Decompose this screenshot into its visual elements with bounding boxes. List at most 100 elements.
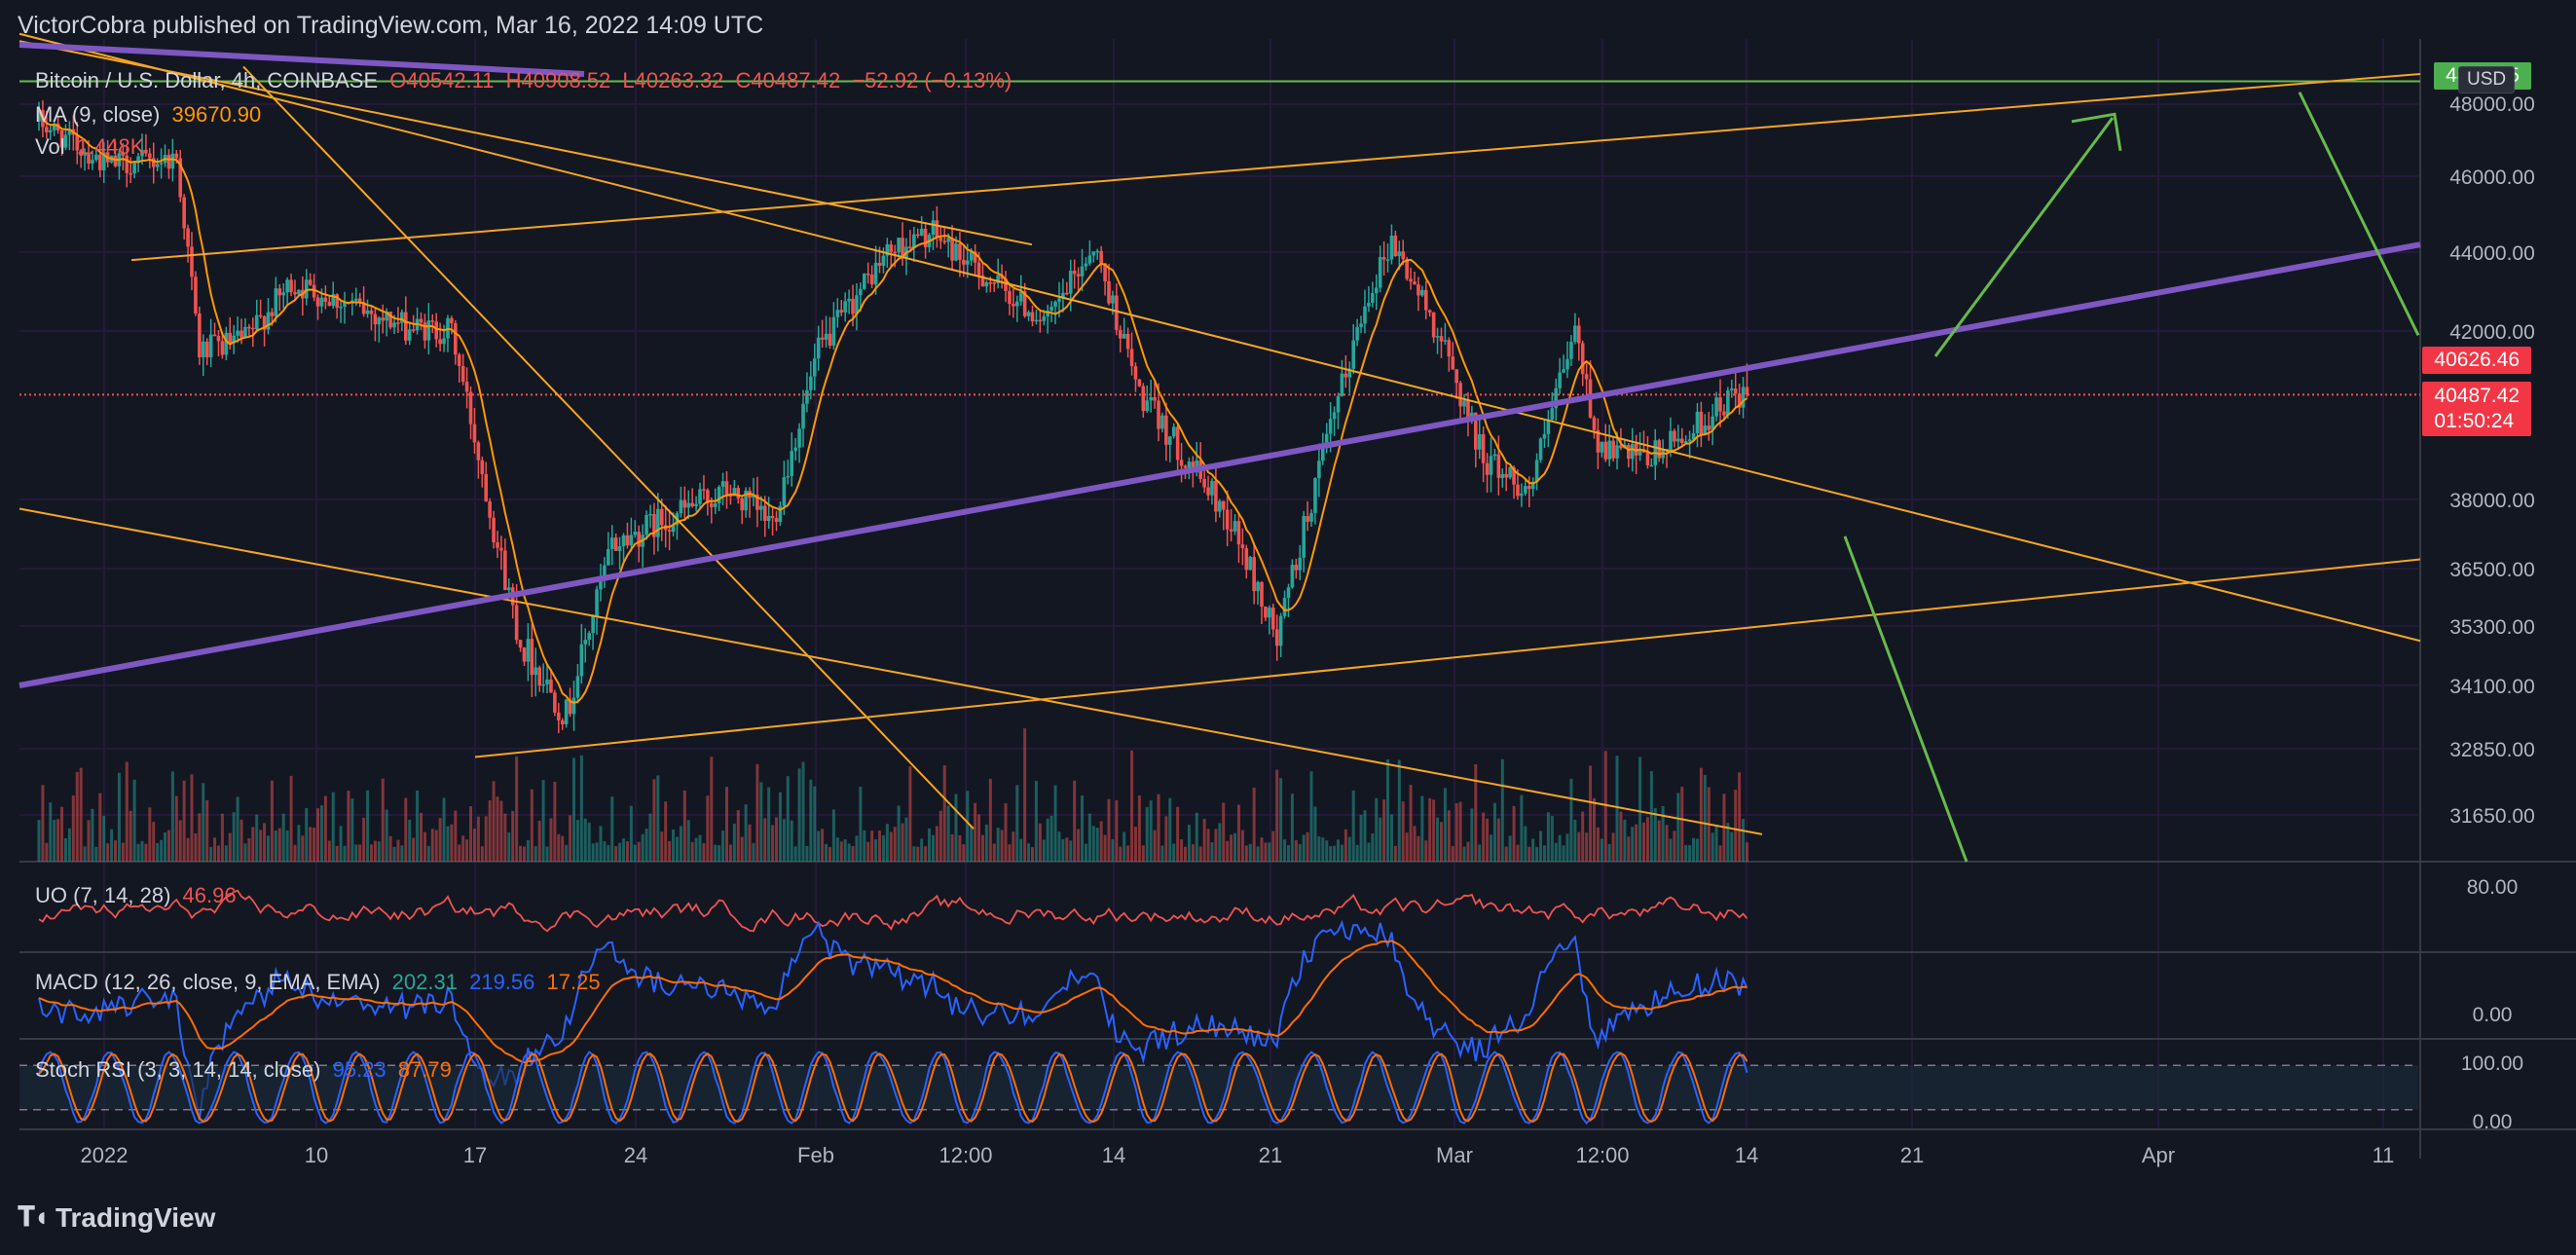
candle-body [1374, 287, 1379, 294]
volume-bar [771, 825, 775, 862]
volume-bar [1236, 804, 1240, 862]
candle-body [258, 314, 263, 317]
candle-body [1164, 415, 1168, 445]
volume-bar [1623, 819, 1627, 862]
candle-body [1603, 441, 1608, 460]
candle-body [270, 312, 275, 316]
tradingview-wordmark: TradingView [55, 1201, 216, 1233]
volume-bar [641, 833, 644, 862]
volume-bar [1042, 839, 1046, 862]
candle-body [1508, 467, 1512, 478]
volume-bar [569, 815, 572, 862]
y-tick-0: 48000.00 [2449, 93, 2535, 116]
volume-bar [1309, 771, 1313, 862]
candle-body [762, 505, 767, 521]
candle-body [464, 382, 469, 392]
volume-bar [744, 804, 748, 862]
volume-bar [170, 771, 174, 862]
volume-bar [354, 844, 358, 862]
currency-button[interactable]: USD [2458, 66, 2516, 93]
volume-bar [1451, 845, 1454, 862]
volume-bar [350, 798, 354, 862]
volume-bar [1375, 797, 1379, 862]
volume-bar [1462, 846, 1466, 862]
candle-body [897, 238, 901, 253]
volume-bar [672, 829, 676, 862]
candle-body [1355, 326, 1359, 341]
stoch-label: Stoch RSI (3, 3, 14, 14, close) [35, 1057, 321, 1082]
candle-body [1068, 271, 1073, 294]
volume-bar [1527, 846, 1531, 862]
volume-bar [1061, 838, 1065, 862]
candle-body [877, 262, 882, 266]
tradingview-logo[interactable]: 𝐓◖ TradingView [18, 1201, 215, 1234]
candle-body [1397, 251, 1402, 257]
volume-bar [366, 790, 370, 862]
volume-bar [1562, 845, 1565, 862]
volume-bar [511, 810, 515, 862]
candle-body [1542, 433, 1547, 439]
candle-body [476, 442, 481, 461]
candle-body [1500, 473, 1505, 478]
volume-bar [461, 835, 465, 862]
candle-body [851, 298, 855, 314]
volume-bar [125, 761, 129, 862]
volume-bar [1294, 839, 1298, 862]
candle-body [1183, 465, 1188, 468]
candle-body [549, 679, 553, 693]
candle-body [426, 320, 431, 341]
candle-body [247, 326, 251, 329]
volume-bar [1389, 814, 1393, 862]
candle-body [1584, 374, 1589, 380]
stoch-legend: Stoch RSI (3, 3, 14, 14, close) 95.23 87… [35, 1057, 458, 1083]
candle-body [1030, 312, 1035, 322]
volume-bar [331, 792, 335, 862]
x-tick-10: 14 [1735, 1143, 1758, 1167]
volume-bar [825, 843, 828, 862]
volume-bar [1474, 763, 1478, 862]
volume-bar [740, 836, 744, 862]
candle-body [1489, 456, 1493, 475]
volume-bar [912, 846, 916, 862]
volume-bar [1222, 802, 1226, 862]
candle-body [514, 605, 519, 641]
volume-bar [694, 837, 698, 862]
volume-bar [1240, 830, 1244, 862]
volume-bar [1084, 843, 1087, 862]
candle-body [873, 262, 878, 285]
volume-bar [1347, 836, 1351, 862]
volume-bar [388, 835, 392, 862]
candle-body [1332, 412, 1337, 420]
volume-bar [1417, 835, 1420, 862]
volume-bar [1524, 826, 1527, 862]
volume-bar [377, 841, 381, 862]
volume-bar [1359, 814, 1363, 862]
candle-body [575, 676, 580, 698]
candle-body [155, 164, 160, 167]
candle-body [1091, 251, 1096, 256]
candle-body [460, 366, 465, 383]
candle-body [962, 259, 966, 265]
candle-body [1420, 289, 1424, 296]
volume-bar [408, 820, 412, 862]
y-tick-1: 46000.00 [2449, 166, 2535, 189]
candle-body [889, 243, 894, 252]
volume-bar [1478, 844, 1482, 862]
candle-body [1270, 608, 1275, 630]
volume-bar [725, 787, 728, 862]
volume-bar [1592, 797, 1596, 862]
volume-bar [1351, 790, 1355, 862]
x-tick-2: 17 [463, 1143, 487, 1167]
candle-body [720, 481, 725, 488]
candle-body [1401, 251, 1406, 260]
candle-body [644, 514, 648, 535]
volume-bar [920, 838, 924, 862]
candle-body [587, 633, 591, 641]
candle-body [1256, 581, 1260, 592]
candle-body [1576, 325, 1581, 344]
candle-body [1722, 411, 1726, 416]
candle-body [1038, 319, 1043, 322]
volume-bar [1283, 839, 1287, 862]
volume-bar [599, 826, 603, 862]
volume-bar [121, 842, 125, 862]
